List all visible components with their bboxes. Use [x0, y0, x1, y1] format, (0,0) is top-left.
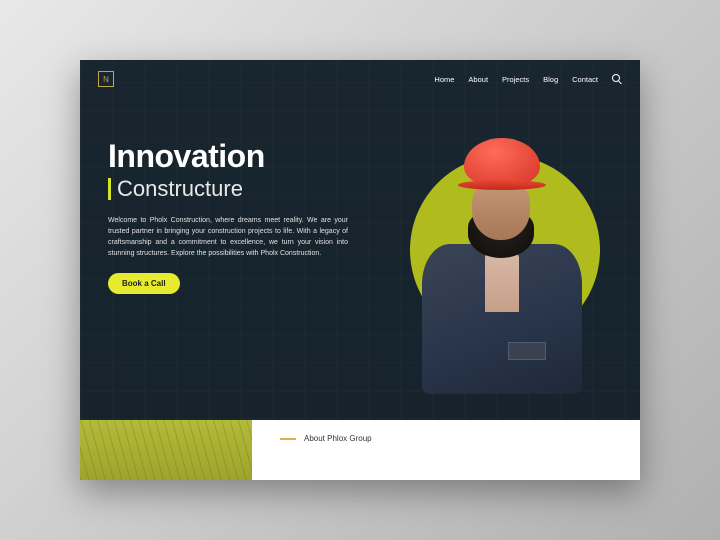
- logo[interactable]: N: [98, 71, 114, 87]
- jacket-patch: [508, 342, 546, 360]
- about-section: About Phlox Group: [80, 420, 640, 480]
- nav-link-blog[interactable]: Blog: [543, 75, 558, 84]
- nav-link-home[interactable]: Home: [434, 75, 454, 84]
- hero-subtitle: Constructure: [117, 176, 243, 202]
- nav-link-about[interactable]: About: [468, 75, 488, 84]
- book-call-button[interactable]: Book a Call: [108, 273, 180, 294]
- person-jacket: [422, 244, 582, 394]
- about-text-block: About Phlox Group: [252, 420, 640, 480]
- search-icon[interactable]: [612, 74, 622, 84]
- accent-bar: [108, 178, 111, 200]
- nav-link-contact[interactable]: Contact: [572, 75, 598, 84]
- dash-icon: [280, 438, 296, 440]
- hero-description: Welcome to Pholx Construction, where dre…: [108, 216, 348, 259]
- about-label: About Phlox Group: [304, 434, 372, 443]
- nav-links: Home About Projects Blog Contact: [434, 74, 622, 84]
- hero-title: Innovation: [108, 140, 368, 172]
- about-crane-image: [80, 420, 252, 480]
- hero-person-image: [408, 132, 598, 382]
- nav-link-projects[interactable]: Projects: [502, 75, 529, 84]
- top-nav: N Home About Projects Blog Contact: [80, 60, 640, 98]
- website-frame: N Home About Projects Blog Contact Innov…: [80, 60, 640, 480]
- hardhat-icon: [464, 138, 540, 186]
- hero-subtitle-row: Constructure: [108, 176, 368, 202]
- about-label-row: About Phlox Group: [280, 434, 618, 443]
- hero-content: Innovation Constructure Welcome to Pholx…: [108, 140, 368, 294]
